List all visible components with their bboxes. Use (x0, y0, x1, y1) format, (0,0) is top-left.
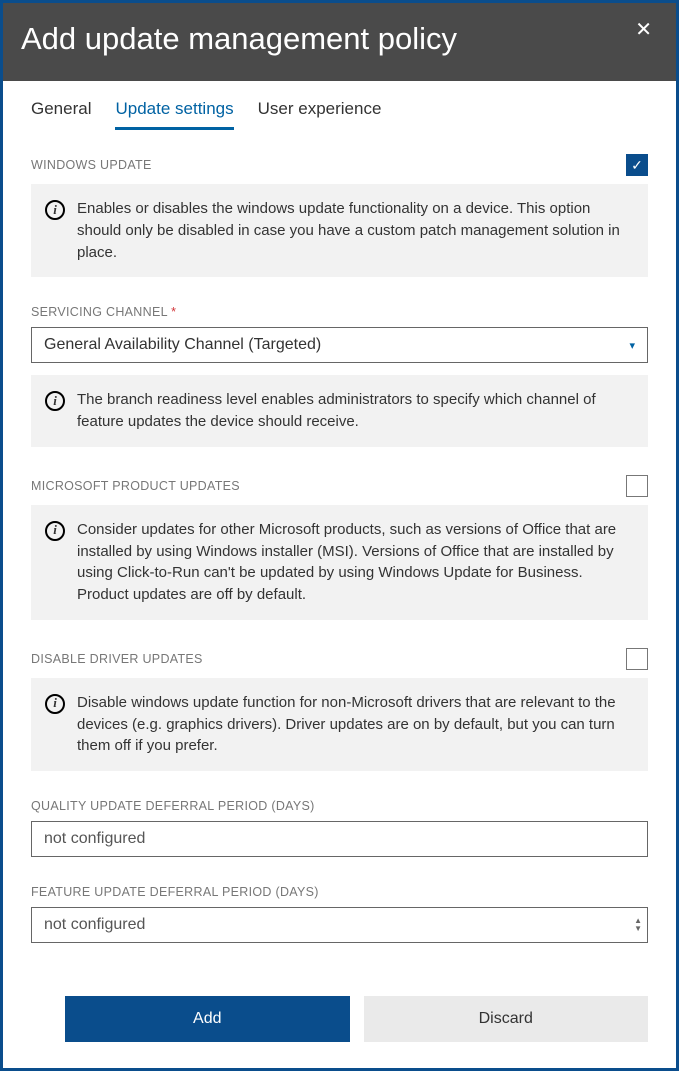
microsoft-product-updates-info: i Consider updates for other Microsoft p… (31, 505, 648, 620)
quality-deferral-input[interactable] (31, 821, 648, 857)
info-icon: i (45, 521, 65, 541)
windows-update-label: WINDOWS UPDATE (31, 158, 152, 172)
servicing-channel-info: i The branch readiness level enables adm… (31, 375, 648, 447)
tab-user-experience[interactable]: User experience (258, 99, 382, 130)
section-feature-deferral: FEATURE UPDATE DEFERRAL PERIOD (DAYS) ▲ … (31, 885, 648, 943)
tab-bar: General Update settings User experience (3, 81, 676, 130)
disable-driver-updates-description: Disable windows update function for non-… (77, 692, 632, 757)
microsoft-product-updates-checkbox[interactable] (626, 475, 648, 497)
info-icon: i (45, 391, 65, 411)
disable-driver-updates-info: i Disable windows update function for no… (31, 678, 648, 771)
info-icon: i (45, 694, 65, 714)
add-button[interactable]: Add (65, 996, 350, 1042)
section-quality-deferral: QUALITY UPDATE DEFERRAL PERIOD (DAYS) (31, 799, 648, 857)
section-windows-update: WINDOWS UPDATE i Enables or disables the… (31, 154, 648, 277)
windows-update-checkbox[interactable] (626, 154, 648, 176)
discard-button[interactable]: Discard (364, 996, 649, 1042)
form-content: WINDOWS UPDATE i Enables or disables the… (3, 130, 676, 978)
microsoft-product-updates-description: Consider updates for other Microsoft pro… (77, 519, 632, 606)
servicing-channel-select[interactable]: General Availability Channel (Targeted) … (31, 327, 648, 363)
dialog-footer: Add Discard (3, 978, 676, 1068)
feature-deferral-input[interactable] (31, 907, 648, 943)
dialog-title: Add update management policy (21, 21, 457, 57)
close-icon[interactable]: ✕ (635, 17, 652, 42)
info-icon: i (45, 200, 65, 220)
section-servicing-channel: SERVICING CHANNEL * General Availability… (31, 305, 648, 447)
section-microsoft-product-updates: MICROSOFT PRODUCT UPDATES i Consider upd… (31, 475, 648, 620)
windows-update-info: i Enables or disables the windows update… (31, 184, 648, 277)
disable-driver-updates-checkbox[interactable] (626, 648, 648, 670)
dialog-header: Add update management policy ✕ (3, 3, 676, 81)
disable-driver-updates-label: DISABLE DRIVER UPDATES (31, 652, 203, 666)
tab-update-settings[interactable]: Update settings (115, 99, 233, 130)
servicing-channel-description: The branch readiness level enables admin… (77, 389, 632, 433)
servicing-channel-label: SERVICING CHANNEL * (31, 305, 176, 319)
section-disable-driver-updates: DISABLE DRIVER UPDATES i Disable windows… (31, 648, 648, 771)
microsoft-product-updates-label: MICROSOFT PRODUCT UPDATES (31, 479, 240, 493)
windows-update-description: Enables or disables the windows update f… (77, 198, 632, 263)
feature-deferral-label: FEATURE UPDATE DEFERRAL PERIOD (DAYS) (31, 885, 319, 899)
quantity-stepper[interactable]: ▲ ▼ (634, 917, 642, 933)
tab-general[interactable]: General (31, 99, 91, 130)
stepper-down-icon[interactable]: ▼ (634, 925, 642, 933)
quality-deferral-label: QUALITY UPDATE DEFERRAL PERIOD (DAYS) (31, 799, 315, 813)
chevron-down-icon: ▾ (629, 339, 635, 352)
servicing-channel-value: General Availability Channel (Targeted) (44, 336, 321, 354)
